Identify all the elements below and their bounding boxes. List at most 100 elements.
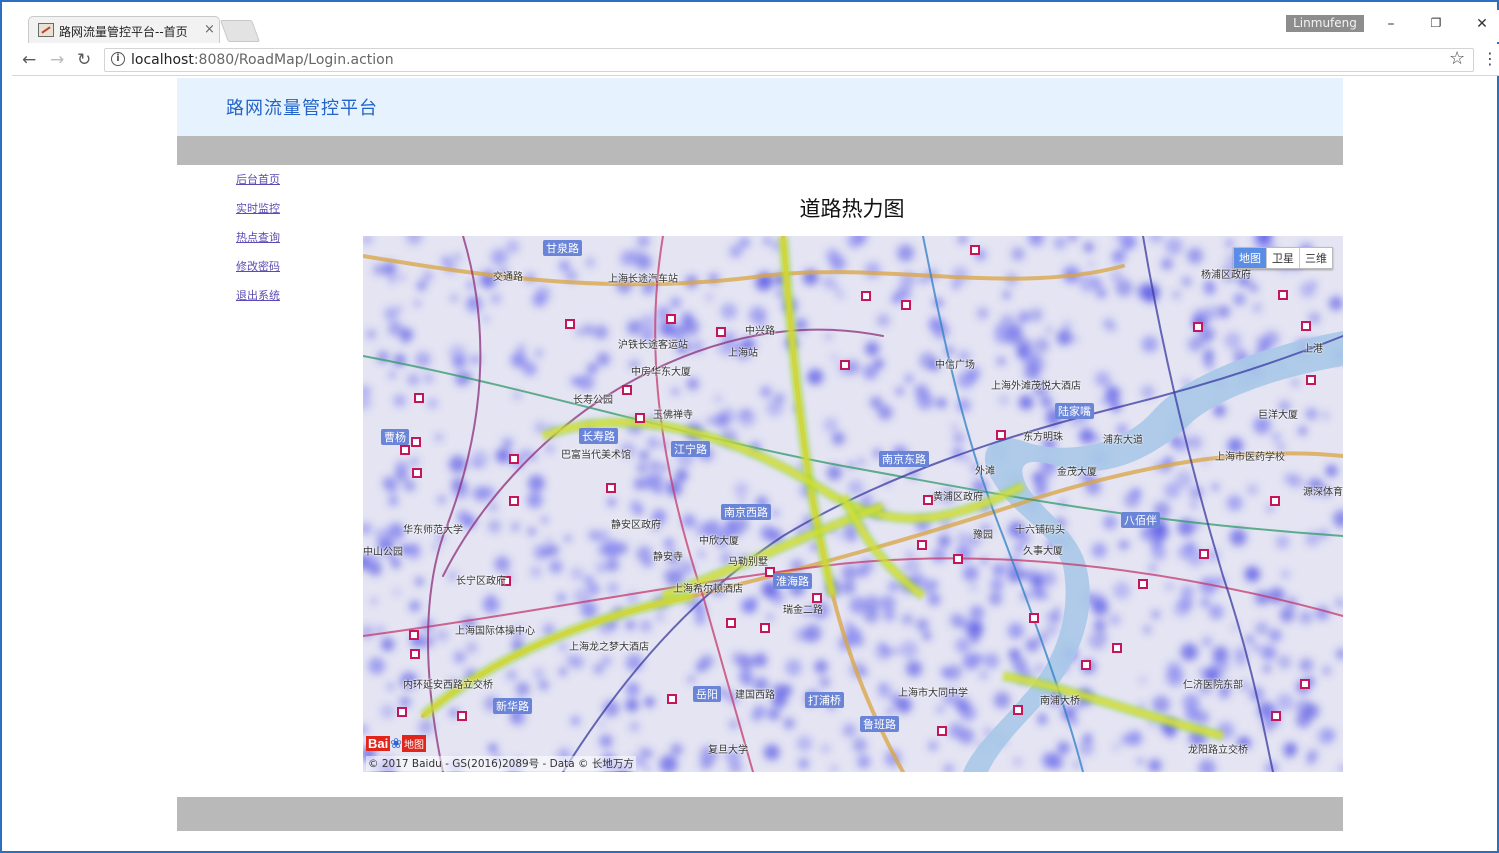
map-place-label: 十六铺码头 — [1015, 525, 1065, 536]
metro-station-marker — [1081, 660, 1091, 670]
map-place-label: 外滩 — [975, 466, 995, 477]
metro-station-marker — [412, 468, 422, 478]
reload-icon[interactable]: ↻ — [77, 50, 91, 70]
info-icon[interactable]: i — [111, 52, 125, 66]
metro-station-marker — [414, 393, 424, 403]
site-header: 路网流量管控平台 — [177, 78, 1343, 136]
metro-station-marker — [409, 630, 419, 640]
sidebar-item-logout[interactable]: 退出系统 — [236, 288, 316, 317]
map-place-label: 上港 — [1303, 344, 1323, 355]
map-place-label: 打浦桥 — [805, 692, 844, 708]
map-place-label: 上海国际体操中心 — [455, 626, 535, 637]
baidu-logo[interactable]: Bai ❀ 地图 — [366, 733, 426, 752]
new-tab-button[interactable] — [219, 20, 261, 42]
map-place-label: 中房华东大厦 — [631, 367, 691, 378]
kebab-menu-icon[interactable]: ⋮ — [1482, 49, 1498, 68]
browser-tab[interactable]: 路网流量管控平台--首页 × — [28, 16, 220, 43]
map-place-label: 静安寺 — [653, 552, 683, 563]
metro-station-marker — [970, 245, 980, 255]
metro-station-marker — [411, 437, 421, 447]
map-type-3d-button[interactable]: 三维 — [1299, 248, 1332, 268]
map-place-label: 豫园 — [973, 530, 993, 541]
metro-station-marker — [457, 711, 467, 721]
metro-station-marker — [901, 300, 911, 310]
close-window-button[interactable]: ✕ — [1472, 16, 1492, 32]
favicon-icon — [38, 23, 54, 37]
map-place-label: 静安区政府 — [611, 520, 661, 531]
metro-station-marker — [1193, 322, 1203, 332]
map-place-label: 陆家嘴 — [1055, 403, 1094, 419]
map-place-label: 中兴路 — [745, 326, 775, 337]
map-place-label: 浦东大道 — [1103, 435, 1143, 446]
map-place-label: 上海希尔顿酒店 — [673, 584, 743, 595]
metro-station-marker — [861, 291, 871, 301]
map-place-label: 华东师范大学 — [403, 525, 463, 536]
metro-station-marker — [996, 430, 1006, 440]
heat-map-canvas — [363, 236, 1343, 772]
metro-station-marker — [1306, 375, 1316, 385]
browser-window: 路网流量管控平台--首页 × Linmufeng – ❐ ✕ ← → ↻ i l… — [0, 0, 1499, 853]
map-place-label: 内环延安西路立交桥 — [403, 680, 493, 691]
metro-station-marker — [622, 385, 632, 395]
map-place-label: 岳阳 — [693, 686, 721, 702]
sidebar-item-home[interactable]: 后台首页 — [236, 172, 316, 201]
profile-badge[interactable]: Linmufeng — [1286, 15, 1364, 32]
address-bar[interactable]: i localhost:8080/RoadMap/Login.action — [104, 48, 1474, 72]
map-place-label: 南京东路 — [879, 451, 929, 467]
metro-station-marker — [1112, 643, 1122, 653]
metro-station-marker — [606, 483, 616, 493]
map-place-label: 源深体育中心 — [1303, 487, 1343, 498]
metro-station-marker — [509, 454, 519, 464]
map-place-label: 南浦大桥 — [1040, 696, 1080, 707]
map-type-switch: 地图 卫星 三维 — [1233, 247, 1333, 269]
forward-arrow-icon[interactable]: → — [50, 50, 64, 70]
map-place-label: 鲁班路 — [860, 716, 899, 732]
map-place-label: 南京西路 — [721, 504, 771, 520]
map-place-label: 沪铁长途客运站 — [618, 340, 688, 351]
map-place-label: 上海龙之梦大酒店 — [569, 642, 649, 653]
map-place-label: 复旦大学 — [708, 745, 748, 756]
metro-station-marker — [1138, 579, 1148, 589]
metro-station-marker — [1301, 321, 1311, 331]
site-footer — [177, 797, 1343, 831]
map-place-label: 长宁区政府 — [456, 576, 506, 587]
metro-station-marker — [840, 360, 850, 370]
metro-station-marker — [1300, 679, 1310, 689]
sidebar-item-password[interactable]: 修改密码 — [236, 259, 316, 288]
map-place-label: 玉佛禅寺 — [653, 410, 693, 421]
map-place-label: 中山公园 — [363, 547, 403, 558]
metro-station-marker — [400, 445, 410, 455]
map-type-map-button[interactable]: 地图 — [1234, 248, 1266, 268]
sidebar-item-hotspot[interactable]: 热点查询 — [236, 230, 316, 259]
metro-station-marker — [1029, 613, 1039, 623]
metro-station-marker — [397, 707, 407, 717]
title-bar: 路网流量管控平台--首页 × Linmufeng – ❐ ✕ — [12, 10, 1499, 43]
map-place-label: 久事大厦 — [1023, 546, 1063, 557]
map-place-label: 八佰伴 — [1121, 512, 1160, 528]
back-arrow-icon[interactable]: ← — [22, 50, 36, 70]
map-place-label: 江宁路 — [671, 441, 710, 457]
map-place-label: 上海外滩茂悦大酒店 — [991, 381, 1081, 392]
metro-station-marker — [726, 618, 736, 628]
map-place-label: 中信广场 — [935, 360, 975, 371]
heat-map[interactable]: 甘泉路 交通路 上海长途汽车站 中兴路 沪铁长途客运站 上海站 中房华东大厦 长寿公园 玉佛禅寺… — [363, 236, 1343, 772]
address-toolbar: ← → ↻ i localhost:8080/RoadMap/Login.act… — [12, 44, 1499, 76]
map-copyright: © 2017 Baidu - GS(2016)2089号 - Data © 长地… — [366, 756, 636, 771]
metro-station-marker — [760, 623, 770, 633]
map-place-label: 巨洋大厦 — [1258, 410, 1298, 421]
metro-station-marker — [667, 694, 677, 704]
sidebar-item-monitor[interactable]: 实时监控 — [236, 201, 316, 230]
map-place-label: 金茂大厦 — [1057, 467, 1097, 478]
minimize-button[interactable]: – — [1381, 16, 1401, 32]
map-place-label: 黄浦区政府 — [933, 492, 983, 503]
map-place-label: 龙阳路立交桥 — [1188, 745, 1248, 756]
map-type-satellite-button[interactable]: 卫星 — [1266, 248, 1299, 268]
metro-station-marker — [1013, 705, 1023, 715]
map-place-label: 仁济医院东部 — [1183, 680, 1243, 691]
metro-station-marker — [1278, 290, 1288, 300]
bookmark-star-icon[interactable]: ☆ — [1449, 48, 1465, 69]
tab-close-icon[interactable]: × — [204, 22, 215, 37]
map-place-label: 上海长途汽车站 — [608, 274, 678, 285]
metro-station-marker — [410, 649, 420, 659]
restore-button[interactable]: ❐ — [1426, 16, 1446, 30]
